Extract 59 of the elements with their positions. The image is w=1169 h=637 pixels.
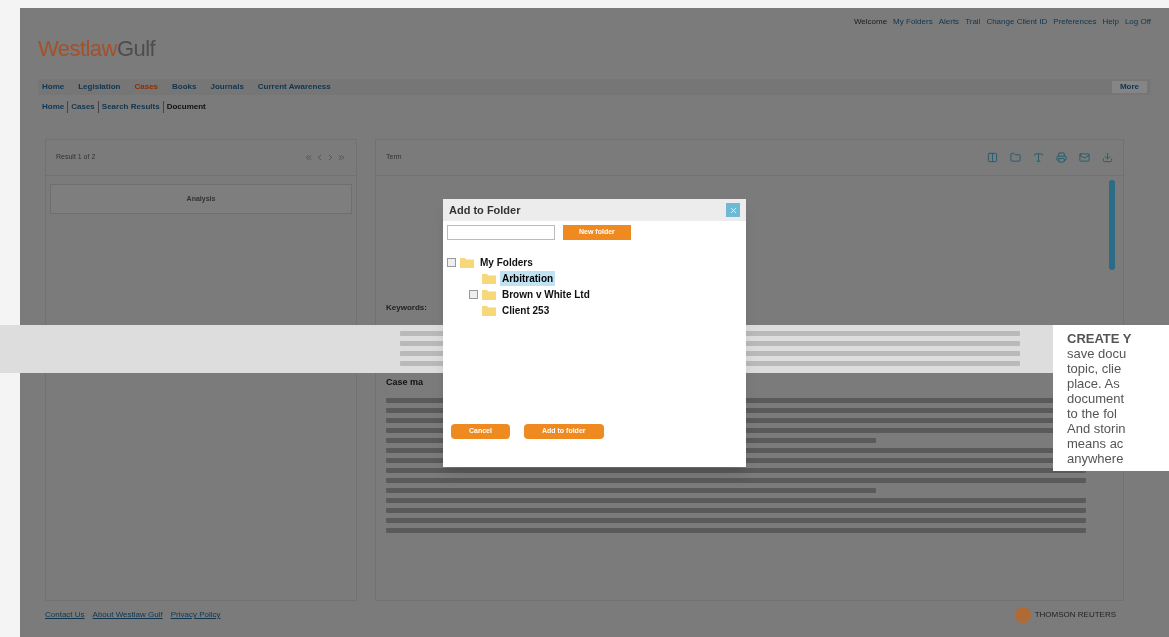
next-icon[interactable] bbox=[326, 153, 335, 162]
text-size-icon[interactable] bbox=[1033, 152, 1044, 163]
callout-text: to the fol bbox=[1067, 406, 1118, 421]
folder-item[interactable]: Brown v White Ltd bbox=[500, 286, 592, 302]
folder-item[interactable]: Client 253 bbox=[500, 302, 552, 318]
nav-tab[interactable]: Cases bbox=[134, 81, 159, 93]
callout-heading: CREATE Y bbox=[1067, 331, 1133, 346]
folder-icon bbox=[482, 272, 496, 284]
folder-item[interactable]: Arbitration bbox=[500, 270, 556, 286]
section-heading: Case ma bbox=[386, 376, 424, 389]
expand-toggle[interactable] bbox=[469, 289, 478, 299]
header-link[interactable]: Change Client ID bbox=[986, 16, 1048, 28]
download-icon[interactable] bbox=[1102, 152, 1113, 163]
nav-tab[interactable]: Journals bbox=[210, 81, 244, 93]
footer-link[interactable]: About Westlaw Gulf bbox=[92, 609, 163, 621]
callout-text: And storin bbox=[1067, 421, 1127, 436]
header-link[interactable]: Log Off bbox=[1124, 16, 1151, 28]
nav-tab[interactable]: Legislation bbox=[78, 81, 121, 93]
folder-icon bbox=[482, 304, 496, 316]
callout-text: anywhere bbox=[1067, 451, 1125, 466]
brand-logo-icon bbox=[1014, 607, 1031, 623]
nav-tab[interactable]: Home bbox=[42, 81, 65, 93]
header-link[interactable]: My Folders bbox=[893, 16, 933, 28]
email-icon[interactable] bbox=[1079, 152, 1090, 163]
header-link[interactable]: Help bbox=[1102, 16, 1119, 28]
folder-icon[interactable] bbox=[1010, 152, 1021, 163]
folder-item[interactable]: My Folders bbox=[478, 254, 535, 270]
footer-link[interactable]: Privacy Policy bbox=[170, 609, 221, 621]
header-link[interactable]: Alerts bbox=[938, 16, 960, 28]
expand-toggle[interactable] bbox=[447, 257, 456, 267]
welcome-text: Welcome bbox=[853, 16, 888, 28]
breadcrumb-link[interactable]: Search Results bbox=[97, 101, 163, 113]
logo: WestlawGulf bbox=[38, 35, 156, 63]
dialog-title: Add to Folder bbox=[449, 202, 521, 218]
keywords-label: Keywords: bbox=[386, 302, 427, 314]
header-link[interactable]: Preferences bbox=[1053, 16, 1097, 28]
callout-text: save docu bbox=[1067, 346, 1128, 361]
first-icon[interactable] bbox=[304, 153, 313, 162]
scrollbar[interactable] bbox=[1109, 180, 1115, 270]
breadcrumb-link[interactable]: Cases bbox=[67, 101, 98, 113]
folder-icon bbox=[482, 288, 496, 300]
last-icon[interactable] bbox=[337, 153, 346, 162]
breadcrumb-current: Document bbox=[162, 101, 209, 113]
nav-tab[interactable]: Current Awareness bbox=[257, 81, 331, 93]
header-link[interactable]: Trail bbox=[965, 16, 981, 28]
folder-icon bbox=[460, 256, 474, 268]
nav-tab[interactable]: Books bbox=[172, 81, 197, 93]
breadcrumb-link[interactable]: Home bbox=[42, 101, 68, 113]
callout-text: topic, clie bbox=[1067, 361, 1123, 376]
callout-text: place. As bbox=[1067, 376, 1121, 391]
print-icon[interactable] bbox=[1056, 152, 1067, 163]
columns-icon[interactable] bbox=[987, 152, 998, 163]
callout-text: document bbox=[1067, 391, 1126, 406]
previous-icon[interactable] bbox=[315, 153, 324, 162]
footer-link[interactable]: Contact Us bbox=[45, 609, 85, 621]
folder-name-field[interactable] bbox=[447, 225, 555, 240]
more-button[interactable]: More bbox=[1111, 81, 1147, 93]
brand-name: THOMSON REUTERS bbox=[1034, 609, 1116, 621]
callout-text: means ac bbox=[1067, 436, 1125, 451]
